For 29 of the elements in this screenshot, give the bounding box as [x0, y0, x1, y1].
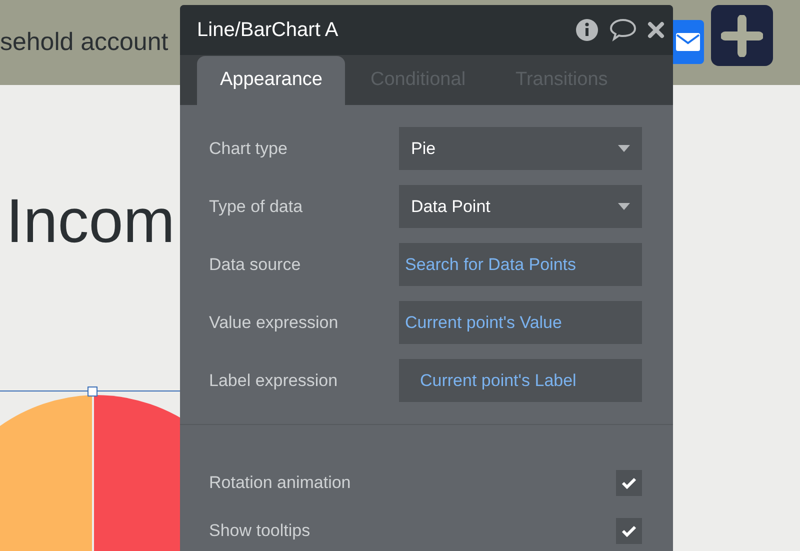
- checkmark-icon: [621, 476, 637, 488]
- envelope-icon: [676, 33, 700, 51]
- expression-field[interactable]: Current point's Value: [399, 301, 642, 344]
- caret-icon: [618, 145, 630, 152]
- field-label: Data source: [209, 254, 302, 276]
- caret-icon: [618, 203, 630, 210]
- field-label: Label expression: [209, 370, 339, 392]
- page-heading: Incom: [6, 187, 175, 256]
- checkbox[interactable]: [616, 470, 642, 496]
- panel-tab[interactable]: Appearance: [197, 56, 346, 106]
- comment-icon[interactable]: [609, 18, 637, 42]
- plus-icon: [721, 14, 763, 56]
- add-button[interactable]: [711, 5, 773, 66]
- info-icon[interactable]: [575, 18, 599, 42]
- checkmark-icon: [621, 524, 637, 536]
- expression-field[interactable]: Current point's Label: [399, 359, 642, 402]
- account-text: sehold account: [0, 26, 168, 58]
- dropdown-field[interactable]: Pie: [399, 127, 642, 170]
- option-label: Rotation animation: [209, 472, 352, 494]
- option-label: Show tooltips: [209, 520, 312, 542]
- expression-field[interactable]: Search for Data Points: [399, 243, 642, 286]
- dropdown-field[interactable]: Data Point: [399, 185, 642, 228]
- field-label: Type of data: [209, 196, 304, 218]
- panel-title: Line/BarChart A: [197, 18, 340, 43]
- mail-button[interactable]: [673, 20, 704, 64]
- field-label: Chart type: [209, 138, 288, 160]
- field-label: Value expression: [209, 312, 340, 334]
- checkbox[interactable]: [616, 518, 642, 544]
- close-icon[interactable]: [647, 20, 665, 39]
